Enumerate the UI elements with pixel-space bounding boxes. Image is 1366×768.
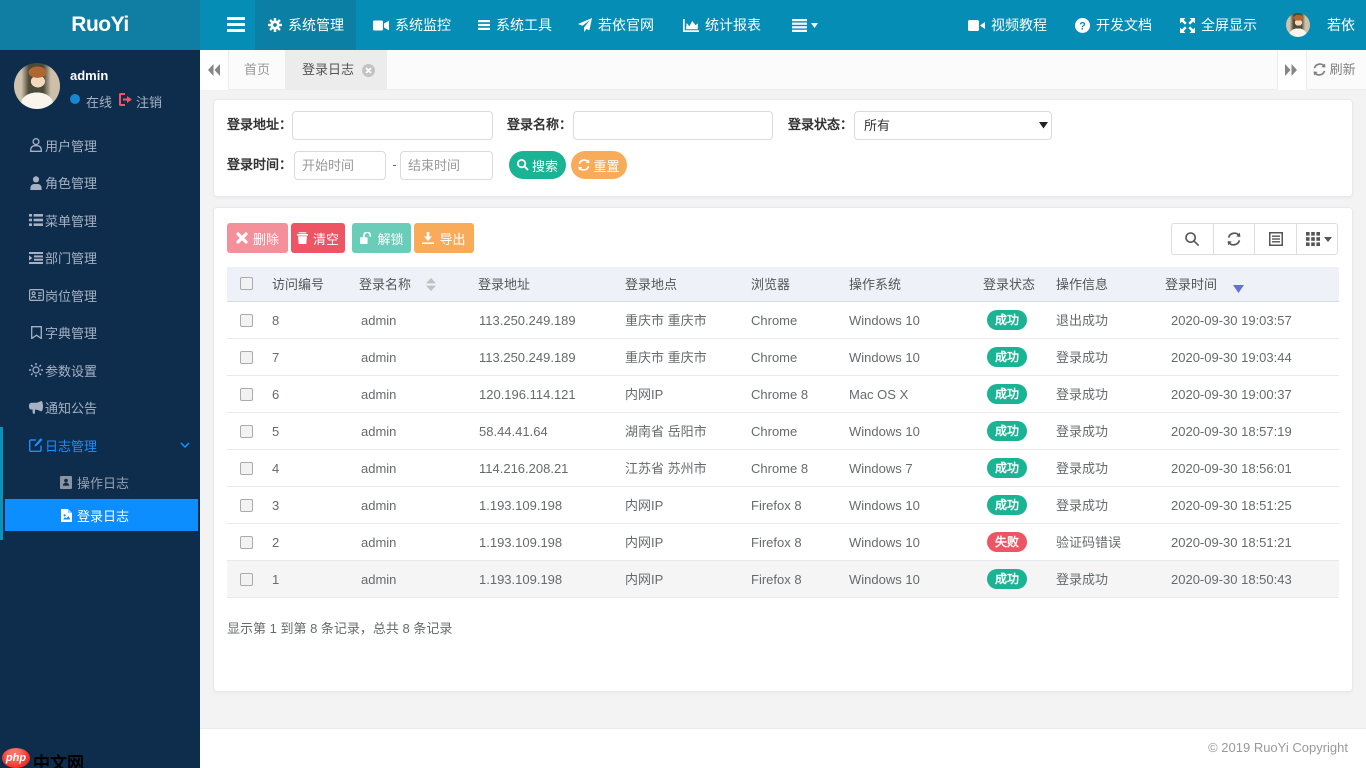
svg-text:?: ? xyxy=(1079,20,1086,32)
